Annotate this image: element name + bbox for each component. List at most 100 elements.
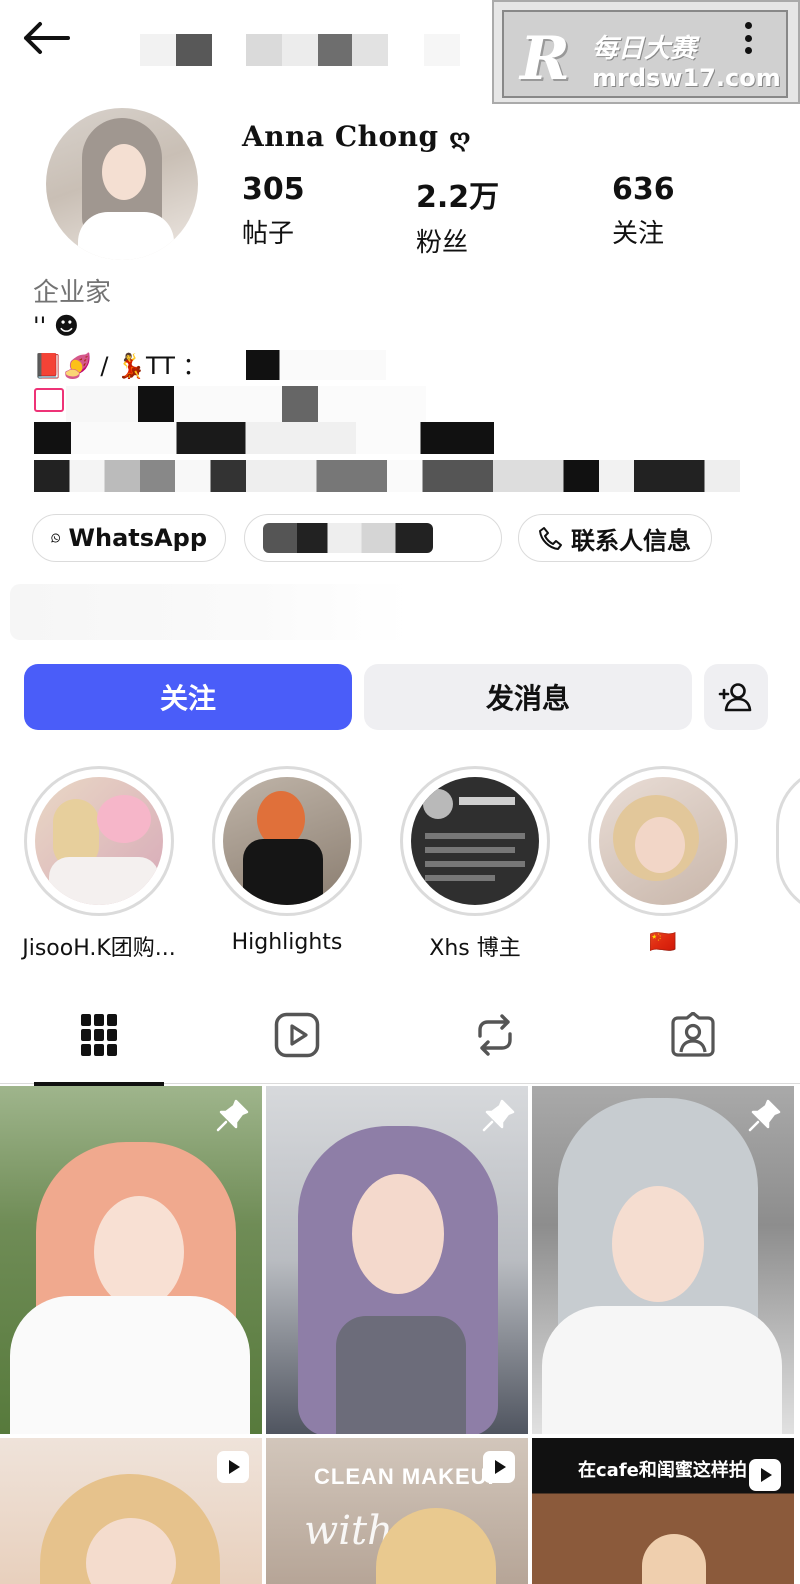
highlight-1[interactable]: JisooH.K团购... (22, 766, 176, 962)
highlight-1-image (35, 777, 163, 905)
highlight-4-image (599, 777, 727, 905)
bio-line-1: '' ☻ (33, 312, 79, 340)
highlight-3-ring (400, 766, 550, 916)
redacted-link-chip[interactable] (244, 514, 502, 562)
bio-redacted-handle (246, 350, 386, 380)
stat-posts-value: 305 (242, 172, 305, 207)
more-options-button[interactable] (736, 18, 760, 58)
post-tile-6[interactable]: 在cafe和闺蜜这样拍： (532, 1438, 794, 1584)
highlight-4[interactable]: 🇨🇳 (588, 766, 738, 955)
tab-posts[interactable] (34, 986, 164, 1086)
post-1-face (94, 1196, 184, 1308)
bio-redacted-line-4 (34, 422, 494, 454)
post-2-top (336, 1316, 466, 1434)
post-5-title: CLEAN MAKEUP (314, 1464, 504, 1489)
repost-icon (478, 1014, 512, 1056)
post-tile-2[interactable] (266, 1086, 528, 1434)
stat-followers[interactable]: 2.2万 粉丝 (416, 172, 499, 259)
back-button[interactable] (22, 18, 74, 58)
message-button[interactable]: 发消息 (364, 664, 692, 730)
highlight-3-image (411, 777, 539, 905)
post-1-top (10, 1296, 250, 1434)
add-person-icon (718, 683, 752, 712)
watermark-logo: R (520, 24, 570, 94)
whatsapp-chip-label: WhatsApp (68, 524, 207, 552)
stat-following-label: 关注 (612, 219, 665, 249)
bio-redacted-line-5 (34, 460, 740, 492)
stat-following-value: 636 (612, 172, 675, 207)
highlight-4-ring (588, 766, 738, 916)
hl3-text-bar (425, 861, 525, 867)
post-tile-4[interactable] (0, 1438, 262, 1584)
reel-play-icon (749, 1459, 781, 1491)
hl3-text-bar (425, 833, 525, 839)
post-3-top (542, 1306, 782, 1434)
pin-icon (482, 1099, 515, 1132)
pin-icon (216, 1099, 249, 1132)
post-tile-1[interactable] (0, 1086, 262, 1434)
tab-reels[interactable] (232, 986, 362, 1084)
highlight-1-label: JisooH.K团购... (22, 936, 176, 961)
profile-tabs (0, 986, 800, 1086)
suggested-accounts-button[interactable] (704, 664, 768, 730)
stat-followers-value: 2.2万 (416, 180, 500, 215)
phone-icon (539, 527, 562, 550)
avatar-face (102, 144, 146, 200)
highlight-1-ring (24, 766, 174, 916)
post-tile-3[interactable] (532, 1086, 794, 1434)
username-redacted (140, 34, 470, 66)
highlight-3[interactable]: Xhs 博主 (400, 766, 550, 962)
hl3-avatar (423, 789, 453, 819)
tab-reposts[interactable] (430, 986, 560, 1084)
pin-icon (748, 1099, 781, 1132)
top-bar: R 每日大赛 mrdsw17.com (0, 0, 800, 104)
bio-line-2-text: 📕🍠 / 💃TT ： (33, 352, 207, 380)
highlight-2-image (223, 777, 351, 905)
hl3-text-bar (425, 875, 495, 881)
stat-followers-label: 粉丝 (416, 228, 469, 258)
faded-redacted-link (10, 584, 410, 640)
avatar-shirt (78, 212, 174, 260)
highlight-3-label: Xhs 博主 (429, 936, 521, 961)
contact-info-chip-label: 联系人信息 (571, 526, 691, 555)
display-name-emoji: ღ (448, 123, 472, 152)
tagged-person-icon (671, 1012, 715, 1057)
highlight-5-partial[interactable] (776, 766, 800, 916)
profile-avatar[interactable] (46, 108, 198, 260)
post-3-face (612, 1186, 704, 1302)
contact-info-chip[interactable]: 联系人信息 (518, 514, 712, 562)
more-dot (744, 34, 752, 42)
post-5-hair (376, 1508, 496, 1584)
hl3-text-bar (459, 797, 515, 805)
hl4-face (635, 817, 685, 873)
post-tile-5[interactable]: CLEAN MAKEUP with (266, 1438, 528, 1584)
bio-redacted-line-3 (66, 386, 426, 422)
highlight-2[interactable]: Highlights (212, 766, 362, 955)
tab-tagged[interactable] (628, 986, 758, 1084)
arrow-left-icon (24, 22, 70, 54)
follow-button[interactable]: 关注 (24, 664, 352, 730)
more-dot (744, 47, 752, 54)
watermark-title: 每日大赛 (592, 34, 697, 64)
bio-line-2: 📕🍠 / 💃TT ： (33, 346, 207, 381)
reel-play-icon (483, 1451, 515, 1483)
display-name: Anna Chong ღ (242, 120, 471, 153)
grid-icon (81, 1014, 117, 1056)
whatsapp-chip[interactable]: WhatsApp (32, 514, 226, 562)
more-vertical-icon (744, 22, 752, 29)
stat-following[interactable]: 636 关注 (612, 172, 675, 250)
hl3-text-bar (425, 847, 515, 853)
display-name-text: Anna Chong (242, 120, 439, 153)
hl2-top (243, 839, 323, 905)
profile-category: 企业家 (33, 278, 112, 308)
reels-icon (274, 1012, 320, 1058)
stat-posts-label: 帖子 (242, 219, 295, 249)
reel-play-icon (217, 1451, 249, 1483)
highlight-4-label: 🇨🇳 (649, 930, 677, 955)
mail-icon (34, 388, 64, 412)
post-6-title: 在cafe和闺蜜这样拍： (578, 1460, 765, 1481)
whatsapp-icon (51, 533, 60, 543)
hl1-plush (97, 795, 151, 843)
post-2-face (352, 1174, 444, 1294)
stat-posts[interactable]: 305 帖子 (242, 172, 305, 250)
